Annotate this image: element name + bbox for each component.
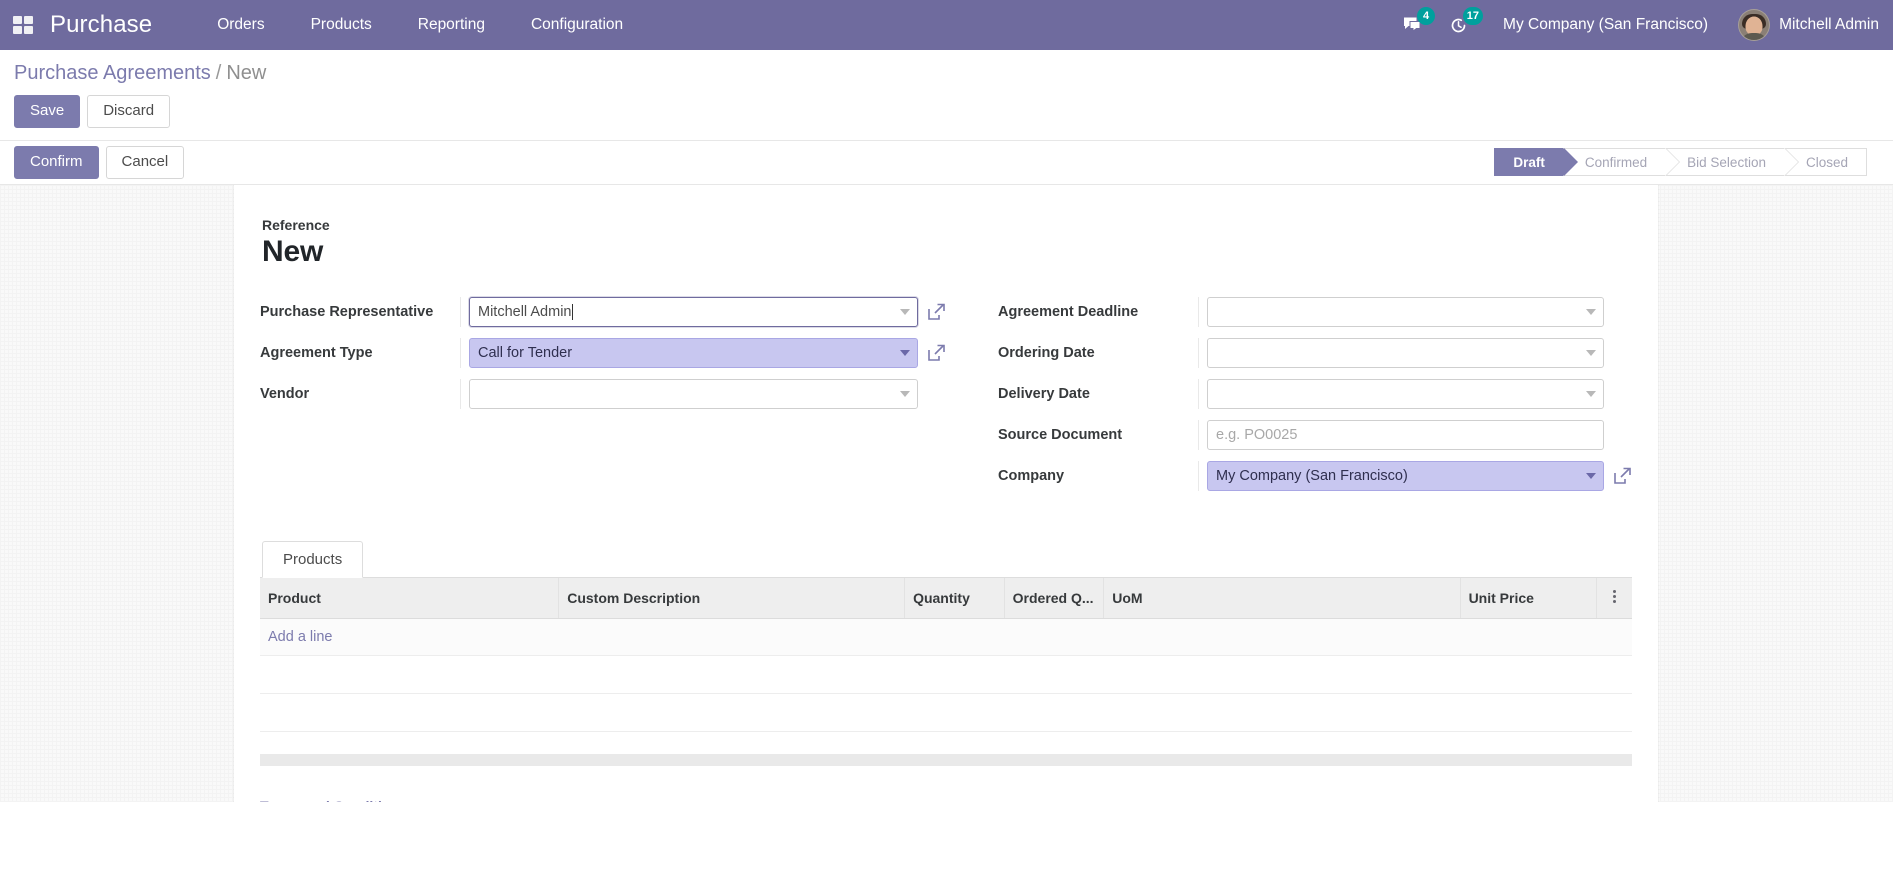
column-header-unit-price[interactable]: Unit Price <box>1460 578 1597 619</box>
form-column-right: Agreement Deadline Ordering Date Deliver… <box>946 297 1632 502</box>
field-vendor: Vendor <box>260 379 946 409</box>
app-brand-purchase[interactable]: Purchase <box>50 11 152 39</box>
column-header-product[interactable]: Product <box>260 578 560 619</box>
input-company[interactable]: My Company (San Francisco) <box>1207 461 1604 491</box>
form-sheet: Reference New Purchase Representative Mi… <box>234 185 1658 802</box>
field-agreement-deadline: Agreement Deadline <box>998 297 1632 327</box>
label-agreement-type: Agreement Type <box>260 345 373 361</box>
user-menu[interactable]: Mitchell Admin <box>1726 0 1893 50</box>
add-a-line-link[interactable]: Add a line <box>268 629 333 645</box>
field-source-document: Source Document e.g. PO0025 <box>998 420 1632 450</box>
table-horizontal-scrollbar[interactable] <box>260 754 1632 766</box>
input-purchase-representative[interactable]: Mitchell Admin <box>469 297 918 327</box>
stage-confirmed[interactable]: Confirmed <box>1562 148 1681 176</box>
label-company: Company <box>998 468 1065 484</box>
record-action-buttons: Save Discard <box>0 85 1893 140</box>
field-purchase-representative: Purchase Representative Mitchell Admin <box>260 297 946 327</box>
column-header-uom[interactable]: UoM <box>1103 578 1461 619</box>
value-purchase-representative: Mitchell Admin <box>478 304 572 320</box>
column-header-ordered-qty[interactable]: Ordered Q... <box>1004 578 1105 619</box>
text-cursor <box>572 304 574 320</box>
input-vendor[interactable] <box>469 379 918 409</box>
input-agreement-deadline[interactable] <box>1207 297 1604 327</box>
tab-products[interactable]: Products <box>262 541 364 578</box>
statusbar-row: Confirm Cancel Draft Confirmed Bid Selec… <box>0 141 1893 185</box>
activities-badge: 17 <box>1462 7 1484 25</box>
input-source-document[interactable]: e.g. PO0025 <box>1207 420 1604 450</box>
vertical-dots-glyph <box>1612 588 1616 605</box>
breadcrumb: Purchase Agreements / New <box>0 50 1893 85</box>
control-panel: Purchase Agreements / New Save Discard <box>0 50 1893 141</box>
page-title: New <box>262 235 324 268</box>
label-purchase-representative: Purchase Representative <box>260 304 434 320</box>
workflow-buttons: Confirm Cancel <box>14 145 185 179</box>
field-company: Company My Company (San Francisco) <box>998 461 1632 491</box>
navbar-right: 4 17 My Company (San Francisco) Mitchell… <box>1389 0 1893 50</box>
navbar-menu: Orders Products Reporting Configuration <box>194 0 646 50</box>
column-header-custom-description[interactable]: Custom Description <box>558 578 906 619</box>
table-body: Add a line <box>260 618 1632 732</box>
form-background: Reference New Purchase Representative Mi… <box>0 185 1893 802</box>
nav-item-reporting[interactable]: Reporting <box>395 0 508 50</box>
save-button[interactable]: Save <box>14 95 81 128</box>
status-stage-bar: Draft Confirmed Bid Selection Closed <box>1494 148 1867 176</box>
apps-grid-glyph <box>13 16 33 34</box>
nav-item-products[interactable]: Products <box>288 0 395 50</box>
avatar <box>1738 9 1771 41</box>
external-link-icon-purchase-representative[interactable] <box>926 302 946 322</box>
field-ordering-date: Ordering Date <box>998 338 1632 368</box>
input-agreement-type[interactable]: Call for Tender <box>469 338 918 368</box>
notebook: Products Product Custom Description Quan… <box>260 540 1632 766</box>
external-link-icon-agreement-type[interactable] <box>926 343 946 363</box>
field-delivery-date: Delivery Date <box>998 379 1632 409</box>
breadcrumb-separator: / <box>215 62 222 84</box>
messages-badge: 4 <box>1417 7 1436 25</box>
breadcrumb-parent-link[interactable]: Purchase Agreements <box>14 62 211 85</box>
table-empty-row <box>260 655 1632 694</box>
label-agreement-deadline: Agreement Deadline <box>998 304 1139 320</box>
form-column-left: Purchase Representative Mitchell Admin A… <box>260 297 946 502</box>
input-ordering-date[interactable] <box>1207 338 1604 368</box>
stage-draft[interactable]: Draft <box>1494 148 1578 176</box>
field-agreement-type: Agreement Type Call for Tender <box>260 338 946 368</box>
navbar-company-selector[interactable]: My Company (San Francisco) <box>1485 0 1726 50</box>
table-header: Product Custom Description Quantity Orde… <box>260 578 1632 619</box>
nav-item-orders[interactable]: Orders <box>194 0 287 50</box>
external-link-icon-company[interactable] <box>1612 466 1632 486</box>
top-navbar: Purchase Orders Products Reporting Confi… <box>0 0 1893 50</box>
activities-clock-icon[interactable]: 17 <box>1437 0 1485 50</box>
table-empty-row <box>260 693 1632 732</box>
order-lines-table: Product Custom Description Quantity Orde… <box>260 578 1632 732</box>
label-ordering-date: Ordering Date <box>998 345 1095 361</box>
label-delivery-date: Delivery Date <box>998 386 1090 402</box>
reference-label: Reference <box>262 217 330 233</box>
input-delivery-date[interactable] <box>1207 379 1604 409</box>
cancel-button[interactable]: Cancel <box>105 145 185 179</box>
nav-item-configuration[interactable]: Configuration <box>508 0 646 50</box>
add-a-line-row[interactable]: Add a line <box>260 618 1632 656</box>
form-columns: Purchase Representative Mitchell Admin A… <box>260 297 1632 502</box>
label-source-document: Source Document <box>998 427 1123 443</box>
column-header-quantity[interactable]: Quantity <box>904 578 1005 619</box>
confirm-button[interactable]: Confirm <box>14 145 99 179</box>
notebook-tabs: Products <box>260 540 1632 578</box>
placeholder-source-document: e.g. PO0025 <box>1216 427 1298 443</box>
terms-and-conditions-label: Terms and Conditions <box>260 798 1632 802</box>
discard-button[interactable]: Discard <box>87 95 171 128</box>
apps-grid-icon[interactable] <box>10 0 36 50</box>
user-name-label: Mitchell Admin <box>1779 16 1879 33</box>
label-vendor: Vendor <box>260 386 310 402</box>
stage-bid-selection[interactable]: Bid Selection <box>1665 148 1799 176</box>
vertical-dots-icon[interactable] <box>1596 578 1632 619</box>
messages-icon[interactable]: 4 <box>1389 0 1437 50</box>
breadcrumb-current: New <box>226 62 267 84</box>
